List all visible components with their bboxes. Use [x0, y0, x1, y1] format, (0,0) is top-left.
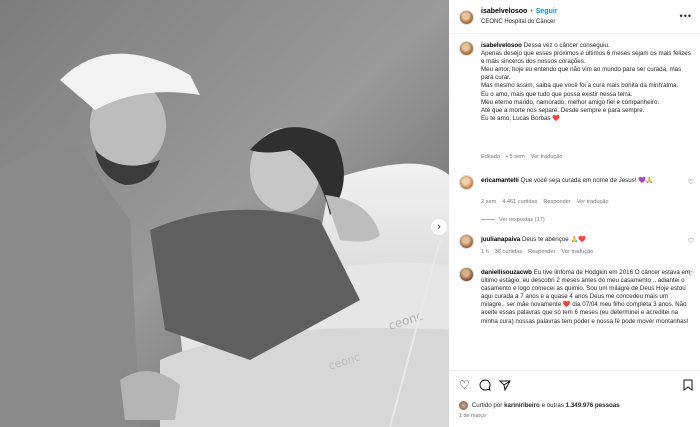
post-author-row: isabelvelosoo • Seguir	[481, 8, 558, 15]
comment-body: Deus te abençoe 🙏❤️	[521, 236, 586, 243]
comment-time: 1 h	[481, 249, 489, 255]
more-horizontal-icon[interactable]: •••	[680, 11, 692, 21]
liked-by-line: Curtido por kariniribeiro e outras 1.349…	[459, 401, 620, 410]
caption-time: • 5 sem	[505, 154, 525, 160]
avatar[interactable]	[459, 401, 468, 410]
comment-username[interactable]: ericamantelli	[481, 177, 519, 184]
comment-text: ericamantelli Que você seja curada em no…	[481, 177, 693, 185]
post-location[interactable]: CEONC Hospital do Câncer	[481, 19, 555, 25]
caption-line-1: Dessa vez o câncer conseguiu.	[523, 42, 610, 49]
liked-by-suffix: e outras	[541, 402, 564, 410]
avatar[interactable]	[459, 41, 474, 56]
liked-by-user[interactable]: kariniribeiro	[504, 402, 540, 409]
caption-line-7: Até que a morte nos separe. Desde sempre…	[481, 106, 645, 114]
caption-line-5: Eu o amo, mais que tudo que possa existi…	[481, 90, 633, 98]
caption-line-3: Meu amor, hoje eu entendo que não vim ao…	[481, 66, 682, 82]
avatar[interactable]	[459, 10, 474, 25]
view-replies-label: Ver respostas (17)	[499, 217, 545, 223]
comment-text: daniellisouzacwb Eu tive linfoma de Hodg…	[481, 269, 693, 326]
likes-count[interactable]: 1.349.976 pessoas	[566, 402, 620, 409]
comment-text: juulianapaiva Deus te abençoe 🙏❤️	[481, 236, 693, 244]
bookmark-icon[interactable]	[683, 379, 693, 393]
caption-text: isabelvelosoo Dessa vez o câncer consegu…	[481, 42, 693, 123]
comment-likes[interactable]: 38 curtidas	[495, 249, 522, 255]
liked-by-prefix: Curtido por	[471, 402, 503, 410]
see-translation-link[interactable]: Ver tradução	[577, 199, 609, 205]
comment-meta: 2 sem 4.461 curtidas Responder Ver tradução	[481, 199, 614, 205]
chevron-right-icon[interactable]: ›	[431, 219, 447, 235]
post-username[interactable]: isabelvelosoo	[481, 8, 527, 15]
caption-line-4: Mas mesmo assim, saiba que você foi a cu…	[481, 82, 679, 90]
avatar[interactable]	[459, 267, 474, 282]
avatar[interactable]	[459, 234, 474, 249]
see-translation-link[interactable]: Ver tradução	[562, 249, 594, 255]
comment-likes[interactable]: 4.461 curtidas	[502, 199, 537, 205]
separator-dot: •	[530, 8, 533, 15]
caption-username[interactable]: isabelvelosoo	[481, 42, 522, 49]
comment-meta: 1 h 38 curtidas Responder Ver tradução	[481, 249, 599, 255]
heart-icon[interactable]: ♡	[688, 178, 694, 186]
caption-line-6: Meu eterno marido, namorado, melhor amig…	[481, 98, 660, 106]
heart-icon[interactable]: ♡	[688, 237, 694, 245]
caption-meta: Editado • 5 sem Ver tradução	[481, 154, 568, 160]
heart-icon[interactable]: ♡	[459, 379, 470, 391]
post-header: isabelvelosoo • Seguir CEONC Hospital do C…	[449, 0, 700, 34]
share-icon[interactable]	[498, 379, 511, 393]
comment-time: 2 sem	[481, 199, 497, 205]
comment-body: Eu tive linfoma de Hodgkin em 2016 O cân…	[481, 269, 691, 325]
reply-button[interactable]: Responder	[543, 199, 570, 205]
view-replies-button[interactable]: Ver respostas (17)	[481, 217, 545, 223]
follow-button[interactable]: Seguir	[536, 8, 558, 15]
edited-label: Editado	[481, 154, 500, 160]
post-date: 1 de março	[459, 413, 486, 419]
comment-username[interactable]: daniellisouzacwb	[481, 269, 532, 276]
comment-icon[interactable]	[479, 379, 491, 393]
post-side-panel: isabelvelosoo • Seguir CEONC Hospital do C…	[449, 0, 700, 427]
see-translation-link[interactable]: Ver tradução	[531, 154, 563, 160]
reply-button[interactable]: Responder	[528, 249, 555, 255]
comment-username[interactable]: juulianapaiva	[481, 236, 520, 243]
caption-line-2: Apenas desejo que esses próximos e últim…	[481, 50, 691, 66]
couple-photo-illustration: ceonc ceonc ceonc	[0, 0, 449, 427]
divider-line	[481, 219, 495, 221]
comment-body: Que você seja curada em nome de Jesus! 💜…	[520, 177, 654, 184]
caption-line-8: Eu te amo, Lucas Borbas ❤️	[481, 114, 560, 122]
post-actions: ♡ Curtido por kariniribeiro e outras 1.3…	[449, 370, 700, 427]
heart-icon[interactable]: ♡	[688, 270, 694, 278]
avatar[interactable]	[459, 175, 474, 190]
post-photo[interactable]: ceonc ceonc ceonc ›	[0, 0, 449, 427]
